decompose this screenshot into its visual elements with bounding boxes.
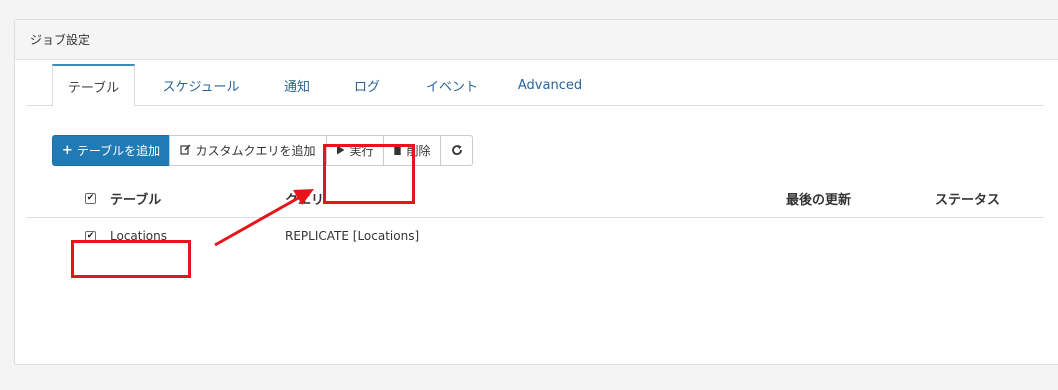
add-custom-query-button[interactable]: カスタムクエリを追加 <box>169 135 327 166</box>
plus-icon: + <box>61 143 73 158</box>
tab-bar: テーブル スケジュール 通知 ログ イベント Advanced <box>26 64 1044 107</box>
row-query: REPLICATE [Locations] <box>285 229 420 243</box>
play-icon <box>336 145 345 157</box>
column-header-status[interactable]: ステータス <box>935 180 1000 217</box>
table-row[interactable]: ✔ Locations REPLICATE [Locations] <box>26 218 1044 254</box>
edit-icon <box>180 144 191 157</box>
row-checkbox[interactable]: ✔ <box>85 218 96 254</box>
tab-log[interactable]: ログ <box>342 64 392 106</box>
table-toolbar: + テーブルを追加 カスタムクエリを追加 実行 削除 <box>52 135 473 166</box>
column-header-query[interactable]: クエリ <box>285 180 324 217</box>
refresh-icon <box>451 144 463 158</box>
tab-notification[interactable]: 通知 <box>272 64 322 106</box>
table-header: ✔ テーブル クエリ 最後の更新 ステータス <box>26 180 1044 218</box>
tab-schedule[interactable]: スケジュール <box>146 64 256 106</box>
refresh-button[interactable] <box>440 135 473 166</box>
column-header-table[interactable]: テーブル <box>110 180 161 217</box>
row-table-name: Locations <box>110 229 168 243</box>
add-table-button[interactable]: + テーブルを追加 <box>52 135 170 166</box>
run-button[interactable]: 実行 <box>326 135 384 166</box>
trash-icon <box>393 144 403 157</box>
select-all-checkbox[interactable]: ✔ <box>85 180 96 217</box>
tab-event[interactable]: イベント <box>412 64 492 106</box>
panel-title: ジョブ設定 <box>15 20 1058 60</box>
column-header-last-updated[interactable]: 最後の更新 <box>786 180 851 217</box>
tab-advanced[interactable]: Advanced <box>510 64 590 106</box>
delete-button[interactable]: 削除 <box>383 135 441 166</box>
tab-table[interactable]: テーブル <box>52 64 135 107</box>
